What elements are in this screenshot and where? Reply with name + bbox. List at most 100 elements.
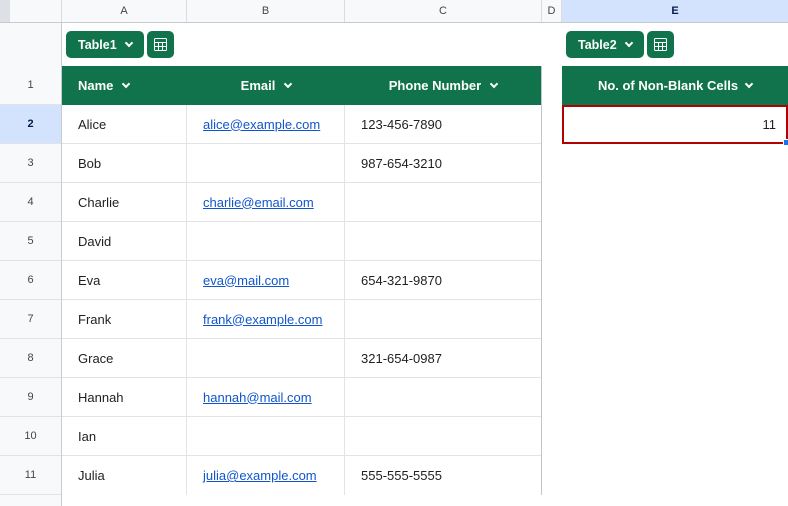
cell-email[interactable]: eva@mail.com	[187, 261, 345, 299]
cell-phone[interactable]: 654-321-9870	[345, 261, 541, 299]
table2: No. of Non-Blank Cells 11	[562, 66, 788, 146]
spreadsheet: A B C D E 1 2 3 4 5 6 7 8 9 10 11 Table1	[0, 0, 788, 506]
table-row: Alice alice@example.com 123-456-7890	[62, 105, 541, 144]
cell-email[interactable]	[187, 144, 345, 182]
selected-cell-e2[interactable]: 11	[562, 105, 788, 146]
table-row: Hannah hannah@mail.com	[62, 378, 541, 417]
cell-name[interactable]: Frank	[62, 300, 187, 338]
header-label: No. of Non-Blank Cells	[597, 78, 739, 93]
cell-text: Ian	[78, 428, 97, 444]
row-header-4[interactable]: 4	[0, 183, 61, 222]
chevron-down-icon	[624, 38, 633, 48]
table-row: Julia julia@example.com 555-555-5555	[62, 456, 541, 495]
row-header-8[interactable]: 8	[0, 339, 61, 378]
email-link[interactable]: charlie@email.com	[203, 195, 314, 210]
table1-chip-label: Table1	[78, 37, 117, 52]
cell-text: 987-654-3210	[361, 155, 442, 171]
cell-name[interactable]: Bob	[62, 144, 187, 182]
table1-header-row: Name Email Phone Number	[62, 66, 541, 105]
chevron-down-icon[interactable]	[489, 79, 499, 89]
cell-phone[interactable]: 555-555-5555	[345, 456, 541, 495]
cell-phone[interactable]: 321-654-0987	[345, 339, 541, 377]
table2-range-button[interactable]	[646, 31, 674, 58]
table1-range-button[interactable]	[146, 31, 174, 58]
cell-text: Frank	[78, 311, 112, 327]
cell-text: Charlie	[78, 194, 120, 210]
row-header-1[interactable]: 1	[0, 66, 61, 105]
cell-phone[interactable]	[345, 378, 541, 416]
cell-text: 11	[762, 117, 777, 132]
table1-chip-button[interactable]: Table1	[66, 31, 144, 58]
table2-chip-label: Table2	[578, 37, 617, 52]
table-row: Charlie charlie@email.com	[62, 183, 541, 222]
cell-phone[interactable]: 987-654-3210	[345, 144, 541, 182]
email-link[interactable]: julia@example.com	[203, 468, 317, 483]
column-header-d[interactable]: D	[542, 0, 562, 22]
cell-name[interactable]: David	[62, 222, 187, 260]
table1-chip: Table1	[66, 31, 174, 58]
cell-email[interactable]	[187, 339, 345, 377]
header-cell-phone[interactable]: Phone Number	[345, 66, 541, 105]
cell-name[interactable]: Ian	[62, 417, 187, 455]
cell-text: Hannah	[78, 389, 124, 405]
chevron-down-icon[interactable]	[744, 79, 754, 89]
cell-name[interactable]: Eva	[62, 261, 187, 299]
row-header-3[interactable]: 3	[0, 144, 61, 183]
table-row: Eva eva@mail.com 654-321-9870	[62, 261, 541, 300]
table-grid-icon	[653, 38, 667, 51]
cell-phone[interactable]	[345, 222, 541, 260]
row-header-strip: 1 2 3 4 5 6 7 8 9 10 11	[0, 23, 62, 506]
corner-notch	[0, 0, 10, 22]
row-header-11[interactable]: 11	[0, 456, 61, 495]
cell-text: Alice	[78, 116, 107, 132]
cell-name[interactable]: Grace	[62, 339, 187, 377]
cell-phone[interactable]	[345, 300, 541, 338]
row-header-9[interactable]: 9	[0, 378, 61, 417]
header-label: Email	[240, 78, 276, 93]
cell-phone[interactable]: 123-456-7890	[345, 105, 541, 143]
cell-phone[interactable]	[345, 183, 541, 221]
cell-email[interactable]	[187, 417, 345, 455]
header-label: Name	[78, 78, 114, 93]
cell-name[interactable]: Julia	[62, 456, 187, 495]
cell-text: 555-555-5555	[361, 468, 442, 483]
email-link[interactable]: frank@example.com	[203, 312, 322, 327]
column-header-a[interactable]: A	[62, 0, 187, 22]
table-row: Grace 321-654-0987	[62, 339, 541, 378]
email-link[interactable]: alice@example.com	[203, 117, 320, 132]
chevron-down-icon[interactable]	[284, 79, 293, 89]
table-row: Frank frank@example.com	[62, 300, 541, 339]
cell-email[interactable]	[187, 222, 345, 260]
chevron-down-icon[interactable]	[122, 79, 131, 89]
cell-email[interactable]: hannah@mail.com	[187, 378, 345, 416]
table2-chip: Table2	[566, 31, 674, 58]
header-cell-email[interactable]: Email	[187, 66, 345, 105]
cell-phone[interactable]	[345, 417, 541, 455]
row-header-6[interactable]: 6	[0, 261, 61, 300]
row-header-7[interactable]: 7	[0, 300, 61, 339]
table2-chip-button[interactable]: Table2	[566, 31, 644, 58]
cell-name[interactable]: Alice	[62, 105, 187, 143]
row-header-10[interactable]: 10	[0, 417, 61, 456]
column-header-strip: A B C D E	[0, 0, 788, 23]
cell-text: Eva	[78, 272, 101, 288]
column-header-e[interactable]: E	[562, 0, 788, 22]
row-header-spacer	[0, 23, 61, 66]
header-cell-nonblank-count[interactable]: No. of Non-Blank Cells	[562, 66, 788, 105]
column-header-b[interactable]: B	[187, 0, 345, 22]
cell-email[interactable]: frank@example.com	[187, 300, 345, 338]
fill-handle[interactable]	[783, 139, 788, 146]
row-header-2[interactable]: 2	[0, 105, 61, 144]
email-link[interactable]: hannah@mail.com	[203, 390, 312, 405]
table-grid-icon	[153, 38, 167, 51]
cell-email[interactable]: julia@example.com	[187, 456, 345, 495]
email-link[interactable]: eva@mail.com	[203, 273, 289, 288]
header-cell-name[interactable]: Name	[62, 66, 187, 105]
cell-email[interactable]: alice@example.com	[187, 105, 345, 143]
cell-name[interactable]: Hannah	[62, 378, 187, 416]
cell-name[interactable]: Charlie	[62, 183, 187, 221]
column-header-c[interactable]: C	[345, 0, 542, 22]
cell-email[interactable]: charlie@email.com	[187, 183, 345, 221]
select-all-corner[interactable]	[0, 0, 62, 22]
row-header-5[interactable]: 5	[0, 222, 61, 261]
